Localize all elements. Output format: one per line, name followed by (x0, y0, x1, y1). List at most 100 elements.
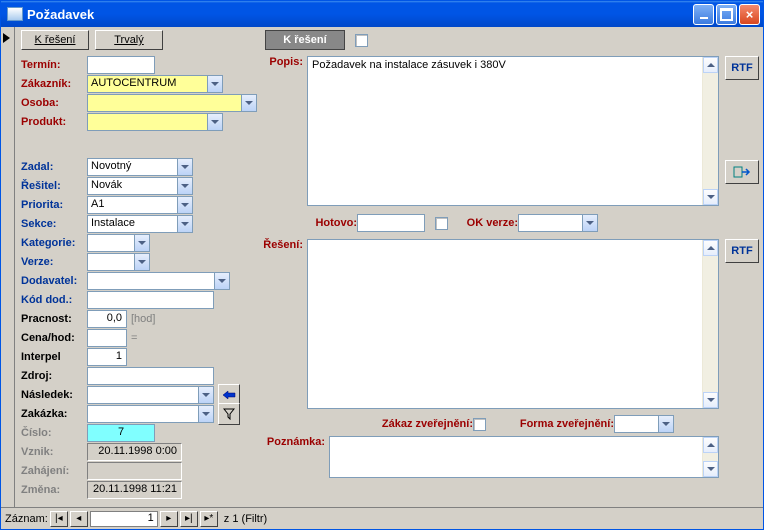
chevron-down-icon[interactable] (177, 215, 193, 233)
scroll-up-icon[interactable] (703, 437, 718, 453)
zakazka-filter-button[interactable] (218, 403, 240, 425)
zakaznik-label: Zákazník: (21, 78, 87, 90)
app-icon (7, 7, 23, 21)
vznik-field: 20.11.1998 0:00 (87, 443, 182, 461)
minimize-button[interactable] (693, 4, 714, 25)
zahajeni-field (87, 462, 182, 480)
cenahod-label: Cena/hod: (21, 332, 87, 344)
vznik-label: Vznik: (21, 446, 87, 458)
chevron-down-icon[interactable] (582, 214, 598, 232)
nasledek-combo[interactable] (87, 386, 214, 404)
hotovo-input[interactable] (357, 214, 425, 232)
zmena-label: Změna: (21, 484, 87, 496)
scrollbar[interactable] (702, 437, 718, 477)
scroll-up-icon[interactable] (703, 240, 718, 256)
nav-prev-button[interactable]: ◂ (70, 511, 88, 527)
scrollbar[interactable] (702, 57, 718, 205)
scroll-up-icon[interactable] (703, 57, 718, 73)
osoba-label: Osoba: (21, 97, 87, 109)
dodavatel-combo[interactable] (87, 272, 230, 290)
zmena-field: 20.11.1998 11:21 (87, 481, 182, 499)
chevron-down-icon[interactable] (134, 234, 150, 252)
nav-last-button[interactable]: ▸| (180, 511, 198, 527)
koddod-label: Kód dod.: (21, 294, 87, 306)
kreseni-status-button[interactable]: K řešení (265, 30, 345, 50)
forma-combo[interactable] (614, 415, 674, 433)
sekce-label: Sekce: (21, 218, 87, 230)
zahajeni-label: Zahájení: (21, 465, 87, 477)
cenahod-input[interactable] (87, 329, 127, 347)
koddod-input[interactable] (87, 291, 214, 309)
scrollbar[interactable] (702, 240, 718, 408)
zadal-combo[interactable]: Novotný (87, 158, 193, 176)
chevron-down-icon[interactable] (241, 94, 257, 112)
maximize-button[interactable] (716, 4, 737, 25)
reseni-textarea[interactable] (307, 239, 719, 409)
chevron-down-icon[interactable] (198, 386, 214, 404)
interpel-input[interactable]: 1 (87, 348, 127, 366)
kategorie-label: Kategorie: (21, 237, 87, 249)
chevron-down-icon[interactable] (177, 196, 193, 214)
zdroj-input[interactable] (87, 367, 214, 385)
chevron-down-icon[interactable] (177, 177, 193, 195)
popis-textarea[interactable]: Požadavek na instalace zásuvek i 380V (307, 56, 719, 206)
current-record-arrow-icon (3, 33, 10, 43)
nav-first-button[interactable]: |◂ (50, 511, 68, 527)
cislo-field: 7 (87, 424, 155, 442)
chevron-down-icon[interactable] (214, 272, 230, 290)
scroll-down-icon[interactable] (703, 461, 718, 477)
nav-next-button[interactable]: ▸ (160, 511, 178, 527)
hotovo-label: Hotovo: (307, 217, 357, 229)
zaznam-label: Záznam: (5, 513, 48, 525)
kategorie-combo[interactable] (87, 234, 150, 252)
record-number-input[interactable]: 1 (90, 511, 158, 527)
record-selector[interactable] (1, 27, 15, 507)
pracnost-input[interactable]: 0,0 (87, 310, 127, 328)
titlebar: Požadavek × (1, 1, 763, 27)
resitel-label: Řešitel: (21, 180, 87, 192)
zakaznik-combo[interactable]: AUTOCENTRUM (87, 75, 223, 93)
funnel-icon (223, 408, 235, 420)
reseni-label: Řešení: (263, 239, 303, 409)
chevron-down-icon[interactable] (207, 75, 223, 93)
dodavatel-label: Dodavatel: (21, 275, 87, 287)
produkt-combo[interactable] (87, 113, 223, 131)
zakazka-combo[interactable] (87, 405, 214, 423)
produkt-label: Produkt: (21, 116, 87, 128)
resitel-combo[interactable]: Novák (87, 177, 193, 195)
sekce-combo[interactable]: Instalace (87, 215, 193, 233)
scroll-down-icon[interactable] (703, 189, 718, 205)
verze-combo[interactable] (87, 253, 150, 271)
zdroj-label: Zdroj: (21, 370, 87, 382)
nasledek-label: Následek: (21, 389, 87, 401)
kreseni-button[interactable]: K řešení (21, 30, 89, 50)
window-title: Požadavek (27, 7, 691, 22)
scroll-down-icon[interactable] (703, 392, 718, 408)
hotovo-check[interactable] (435, 217, 448, 230)
chevron-down-icon[interactable] (198, 405, 214, 423)
export-button[interactable] (725, 160, 759, 184)
termin-input[interactable] (87, 56, 155, 74)
priorita-combo[interactable]: A1 (87, 196, 193, 214)
rtf-popis-button[interactable]: RTF (725, 56, 759, 80)
kreseni-check[interactable] (355, 34, 368, 47)
trvaly-button[interactable]: Trvalý (95, 30, 163, 50)
zadal-label: Zadal: (21, 161, 87, 173)
nav-new-button[interactable]: ▸* (200, 511, 218, 527)
interpel-label: Interpel (21, 351, 87, 363)
close-button[interactable]: × (739, 4, 760, 25)
record-total: z 1 (Filtr) (224, 513, 267, 525)
pracnost-unit: [hod] (131, 313, 155, 325)
priorita-label: Priorita: (21, 199, 87, 211)
chevron-down-icon[interactable] (658, 415, 674, 433)
chevron-down-icon[interactable] (177, 158, 193, 176)
chevron-down-icon[interactable] (207, 113, 223, 131)
zakaz-check[interactable] (473, 418, 486, 431)
rtf-reseni-button[interactable]: RTF (725, 239, 759, 263)
chevron-down-icon[interactable] (134, 253, 150, 271)
poznamka-textarea[interactable] (329, 436, 719, 478)
osoba-combo[interactable] (87, 94, 257, 112)
okverze-combo[interactable] (518, 214, 598, 232)
cislo-label: Číslo: (21, 427, 87, 439)
zakazka-label: Zakázka: (21, 408, 87, 420)
